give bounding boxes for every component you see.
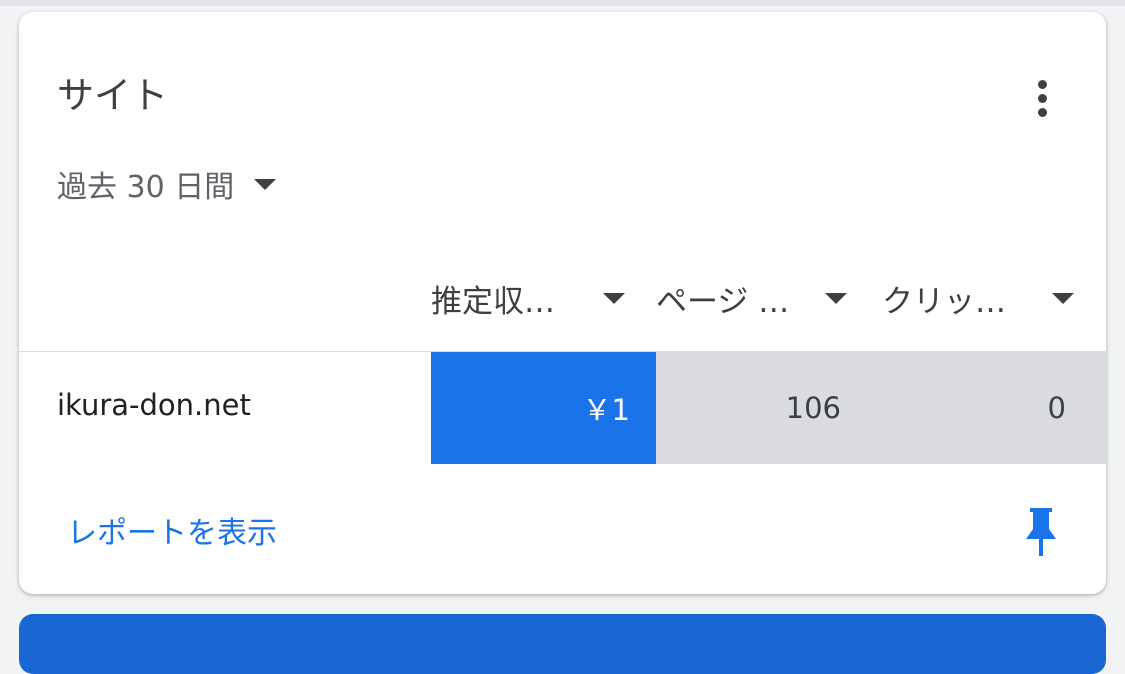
view-report-link[interactable]: レポートを表示 (67, 508, 277, 552)
more-vert-icon (1037, 79, 1047, 89)
pin-icon[interactable] (1024, 508, 1058, 558)
column-header-label: クリッ… (882, 283, 1006, 320)
site-name: ikura-don.net (57, 388, 251, 422)
clicks-value: 0 (1047, 391, 1066, 425)
revenue-cell: ￥1 (431, 352, 656, 464)
top-divider (0, 0, 1125, 6)
date-range-selector[interactable]: 過去 30 日間 (57, 164, 277, 205)
date-range-label: 過去 30 日間 (57, 170, 235, 205)
column-header-revenue[interactable]: 推定収… (431, 276, 625, 320)
more-vert-icon-dot (1037, 107, 1047, 117)
revenue-value: ￥1 (582, 393, 630, 427)
pageviews-cell: 106 (656, 352, 881, 464)
more-options-button[interactable] (1022, 72, 1062, 124)
column-header-label: 推定収… (431, 283, 555, 320)
card-title: サイト (57, 74, 168, 117)
column-header-label: ページ … (656, 283, 790, 320)
pin-icon-graphic (1026, 508, 1056, 556)
column-header-pageviews[interactable]: ページ … (656, 276, 847, 320)
arrow-drop-down-icon (254, 178, 277, 190)
arrow-drop-down-icon (825, 293, 847, 304)
sites-card: サイト 過去 30 日間 推定収… ページ … クリッ… ikura-don.n… (19, 12, 1106, 594)
arrow-drop-down-icon (603, 293, 625, 304)
arrow-drop-down-icon (1052, 293, 1074, 304)
clicks-cell: 0 (881, 352, 1106, 464)
column-header-clicks[interactable]: クリッ… (882, 276, 1074, 320)
next-card (19, 614, 1106, 674)
table-row[interactable]: ikura-don.net ￥1 106 0 (19, 352, 1106, 464)
more-vert-icon-dot (1037, 93, 1047, 103)
pageviews-value: 106 (785, 391, 841, 425)
